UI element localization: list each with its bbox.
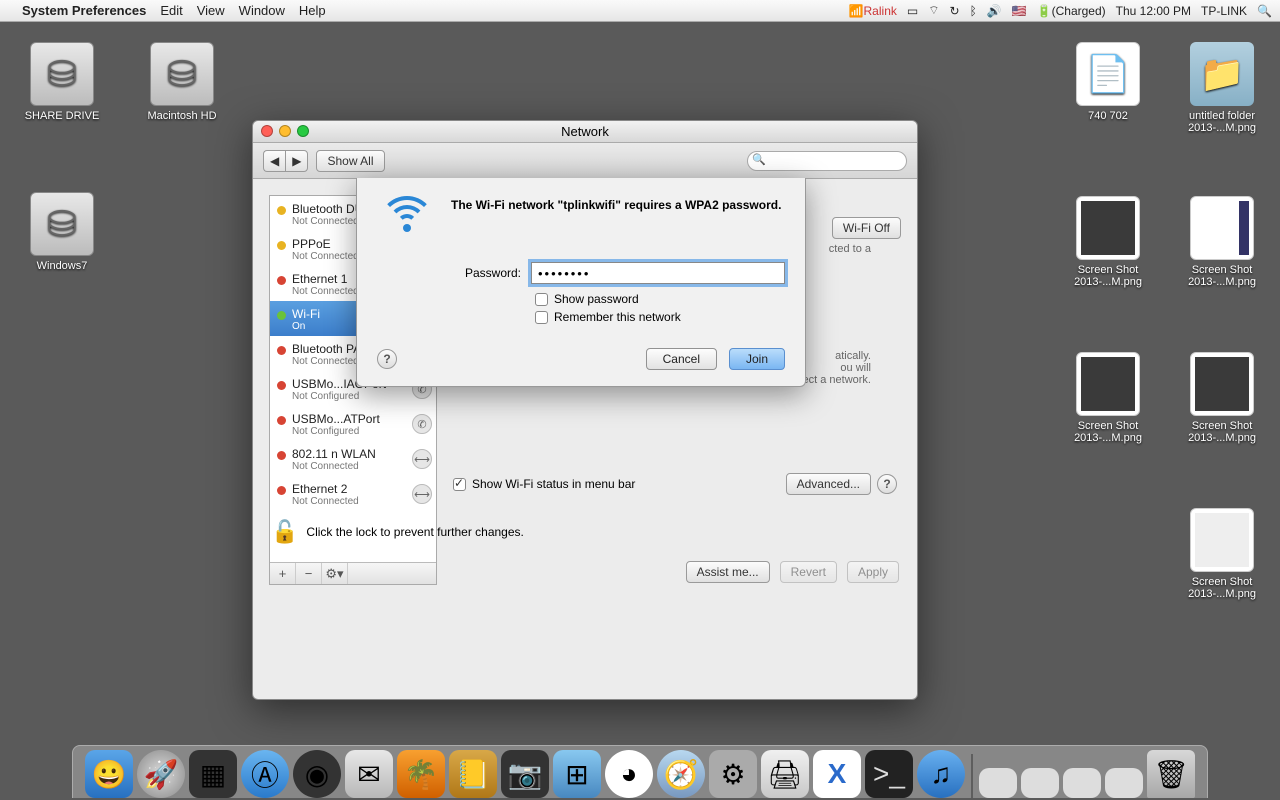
- apply-button: Apply: [847, 561, 899, 583]
- join-button[interactable]: Join: [729, 348, 785, 370]
- dock-minimized-3[interactable]: [1063, 768, 1101, 798]
- timemachine-icon[interactable]: ↻: [950, 4, 960, 18]
- menu-window[interactable]: Window: [239, 3, 285, 18]
- show-wifi-status-label: Show Wi-Fi status in menu bar: [472, 477, 635, 491]
- dock-bootcamp[interactable]: ⊞: [553, 750, 601, 798]
- drive-windows7[interactable]: ⛁Windows7: [12, 192, 112, 272]
- search-field[interactable]: [747, 151, 907, 171]
- dock-safari[interactable]: 🧭: [657, 750, 705, 798]
- lock-text: Click the lock to prevent further change…: [306, 525, 523, 539]
- ethernet-icon: ⟷: [412, 484, 432, 504]
- volume-icon[interactable]: 🔊: [987, 4, 1002, 18]
- help-button[interactable]: ?: [877, 474, 897, 494]
- clock[interactable]: Thu 12:00 PM: [1116, 4, 1191, 18]
- status-fragment: cted to a: [829, 243, 871, 255]
- flag-icon[interactable]: 🇺🇸: [1012, 4, 1027, 18]
- forward-button[interactable]: ▶: [285, 150, 308, 172]
- dock-launchpad[interactable]: 🚀: [137, 750, 185, 798]
- ralink-status-icon[interactable]: 📶 Ralink: [849, 4, 897, 18]
- show-wifi-status-checkbox[interactable]: [453, 478, 466, 491]
- password-input[interactable]: [531, 262, 785, 284]
- dock-minimized-4[interactable]: [1105, 768, 1143, 798]
- battery-icon[interactable]: 🔋 (Charged): [1037, 4, 1106, 18]
- folder-untitled[interactable]: 📁untitled folder 2013-...M.png: [1172, 42, 1272, 134]
- screenshot-2[interactable]: Screen Shot 2013-...M.png: [1172, 196, 1272, 288]
- revert-button: Revert: [780, 561, 837, 583]
- service-80211n[interactable]: 802.11 n WLANNot Connected⟷: [270, 441, 436, 476]
- bluetooth-icon[interactable]: ᛒ: [970, 4, 977, 18]
- dock-mission-control[interactable]: ▦: [189, 750, 237, 798]
- turn-wifi-off-button[interactable]: Wi-Fi Off: [832, 217, 901, 239]
- sheet-message: The Wi-Fi network "tplinkwifi" requires …: [451, 196, 785, 244]
- dock-dashboard[interactable]: ◉: [293, 750, 341, 798]
- remember-network-checkbox[interactable]: [535, 311, 548, 324]
- service-usb-at[interactable]: USBMo...ATPortNot Configured✆: [270, 406, 436, 441]
- ethernet-icon: ⟷: [412, 449, 432, 469]
- window-title: Network: [561, 124, 609, 139]
- show-password-label: Show password: [554, 292, 639, 306]
- wifi-icon[interactable]: ⌔: [928, 3, 939, 18]
- service-actions-button[interactable]: ⚙▾: [322, 563, 348, 584]
- dock-terminal[interactable]: >_: [865, 750, 913, 798]
- wifi-icon-large: [377, 196, 437, 244]
- dock-mail[interactable]: ✉: [345, 750, 393, 798]
- back-button[interactable]: ◀: [263, 150, 285, 172]
- remove-service-button[interactable]: −: [296, 563, 322, 584]
- display-icon[interactable]: ▭: [907, 4, 918, 18]
- dock-contacts[interactable]: 📒: [449, 750, 497, 798]
- toolbar: ◀ ▶ Show All: [253, 143, 917, 179]
- minimize-button[interactable]: [279, 125, 291, 137]
- app-menu[interactable]: System Preferences: [22, 3, 146, 18]
- user-menu[interactable]: TP-LINK: [1201, 4, 1247, 18]
- menu-help[interactable]: Help: [299, 3, 326, 18]
- dock-appstore[interactable]: Ⓐ: [241, 750, 289, 798]
- wifi-password-sheet: The Wi-Fi network "tplinkwifi" requires …: [356, 178, 806, 387]
- dock-system-preferences[interactable]: ⚙: [709, 750, 757, 798]
- dock-minimized-1[interactable]: [979, 768, 1017, 798]
- add-service-button[interactable]: +: [270, 563, 296, 584]
- screenshot-3[interactable]: Screen Shot 2013-...M.png: [1058, 352, 1158, 444]
- remember-network-label: Remember this network: [554, 310, 681, 324]
- show-password-checkbox[interactable]: [535, 293, 548, 306]
- password-label: Password:: [451, 266, 521, 280]
- screenshot-5[interactable]: Screen Shot 2013-...M.png: [1172, 508, 1272, 600]
- dock-minimized-2[interactable]: [1021, 768, 1059, 798]
- drive-macintosh-hd[interactable]: ⛁Macintosh HD: [132, 42, 232, 122]
- dock-iphoto[interactable]: 🌴: [397, 750, 445, 798]
- spotlight-icon[interactable]: 🔍: [1257, 4, 1272, 18]
- screenshot-4[interactable]: Screen Shot 2013-...M.png: [1172, 352, 1272, 444]
- advanced-button[interactable]: Advanced...: [786, 473, 871, 495]
- dock-finder[interactable]: 😀: [85, 750, 133, 798]
- dock-photobooth[interactable]: 📷: [501, 750, 549, 798]
- dock-chrome[interactable]: ◕: [605, 750, 653, 798]
- menu-edit[interactable]: Edit: [160, 3, 182, 18]
- dock-trash[interactable]: 🗑: [1147, 750, 1195, 798]
- menu-view[interactable]: View: [197, 3, 225, 18]
- dock: 😀 🚀 ▦ Ⓐ ◉ ✉ 🌴 📒 📷 ⊞ ◕ 🧭 ⚙ 🖨 X >_ ♫ 🗑: [72, 745, 1208, 798]
- phone-icon: ✆: [412, 414, 432, 434]
- assist-me-button[interactable]: Assist me...: [686, 561, 770, 583]
- titlebar[interactable]: Network: [253, 121, 917, 143]
- service-ethernet-2[interactable]: Ethernet 2Not Connected⟷: [270, 476, 436, 511]
- screenshot-1[interactable]: Screen Shot 2013-...M.png: [1058, 196, 1158, 288]
- sheet-help-button[interactable]: ?: [377, 349, 397, 369]
- cancel-button[interactable]: Cancel: [646, 348, 717, 370]
- zoom-button[interactable]: [297, 125, 309, 137]
- dock-xcode[interactable]: X: [813, 750, 861, 798]
- close-button[interactable]: [261, 125, 273, 137]
- dock-separator: [971, 754, 973, 798]
- lock-icon[interactable]: 🔓: [271, 519, 298, 545]
- menubar: System Preferences Edit View Window Help…: [0, 0, 1280, 22]
- show-all-button[interactable]: Show All: [316, 150, 384, 172]
- dock-preview[interactable]: 🖨: [761, 750, 809, 798]
- drive-share[interactable]: ⛁SHARE DRIVE: [12, 42, 112, 122]
- dock-itunes[interactable]: ♫: [917, 750, 965, 798]
- file-740702[interactable]: 📄740 702: [1058, 42, 1158, 122]
